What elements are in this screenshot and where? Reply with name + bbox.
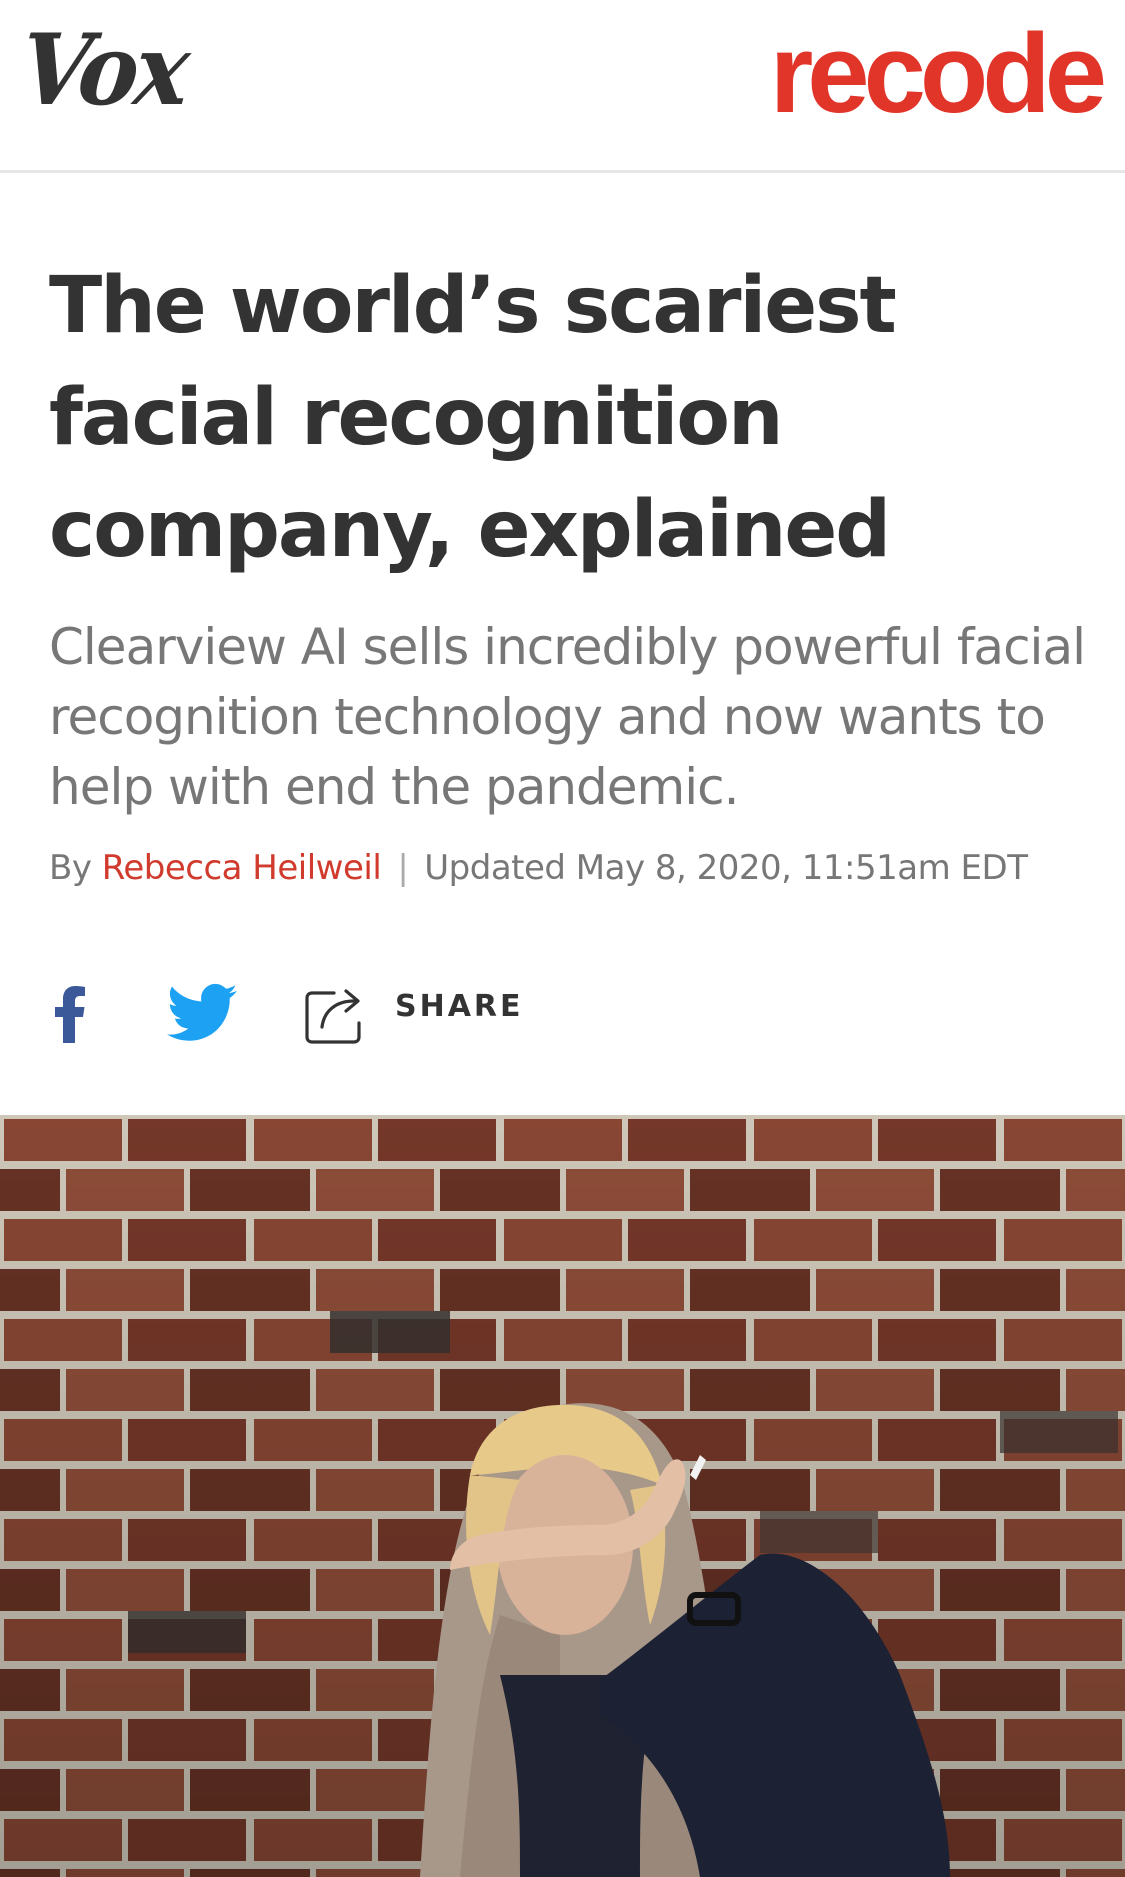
hero-photo	[0, 1115, 1125, 1877]
recode-logo[interactable]: recode	[770, 18, 1107, 130]
share-button[interactable]: SHARE	[304, 975, 564, 1045]
article-headline: The world’s scariest facial recognition …	[49, 261, 897, 575]
article-dek: Clearview AI sells incredibly powerful f…	[49, 618, 1086, 816]
facebook-icon	[55, 986, 85, 1043]
share-icon	[305, 989, 361, 1044]
updated-timestamp: Updated May 8, 2020, 11:51am EDT	[424, 848, 1028, 888]
byline-prefix: By	[49, 848, 92, 888]
article-page: Vox recode The world’s scariest facial r…	[0, 0, 1125, 1877]
twitter-icon	[167, 983, 237, 1041]
byline-separator: |	[397, 848, 409, 888]
share-label: SHARE	[395, 989, 524, 1024]
share-bar: SHARE	[49, 975, 749, 1045]
site-header: Vox recode	[0, 0, 1125, 173]
byline: By Rebecca Heilweil | Updated May 8, 2020,…	[49, 848, 1028, 888]
twitter-share-button[interactable]	[167, 983, 237, 1043]
author-link[interactable]: Rebecca Heilweil	[102, 848, 382, 888]
vox-logo[interactable]: Vox	[15, 13, 192, 128]
hero-image[interactable]	[0, 1115, 1125, 1877]
facebook-share-button[interactable]	[49, 983, 89, 1043]
